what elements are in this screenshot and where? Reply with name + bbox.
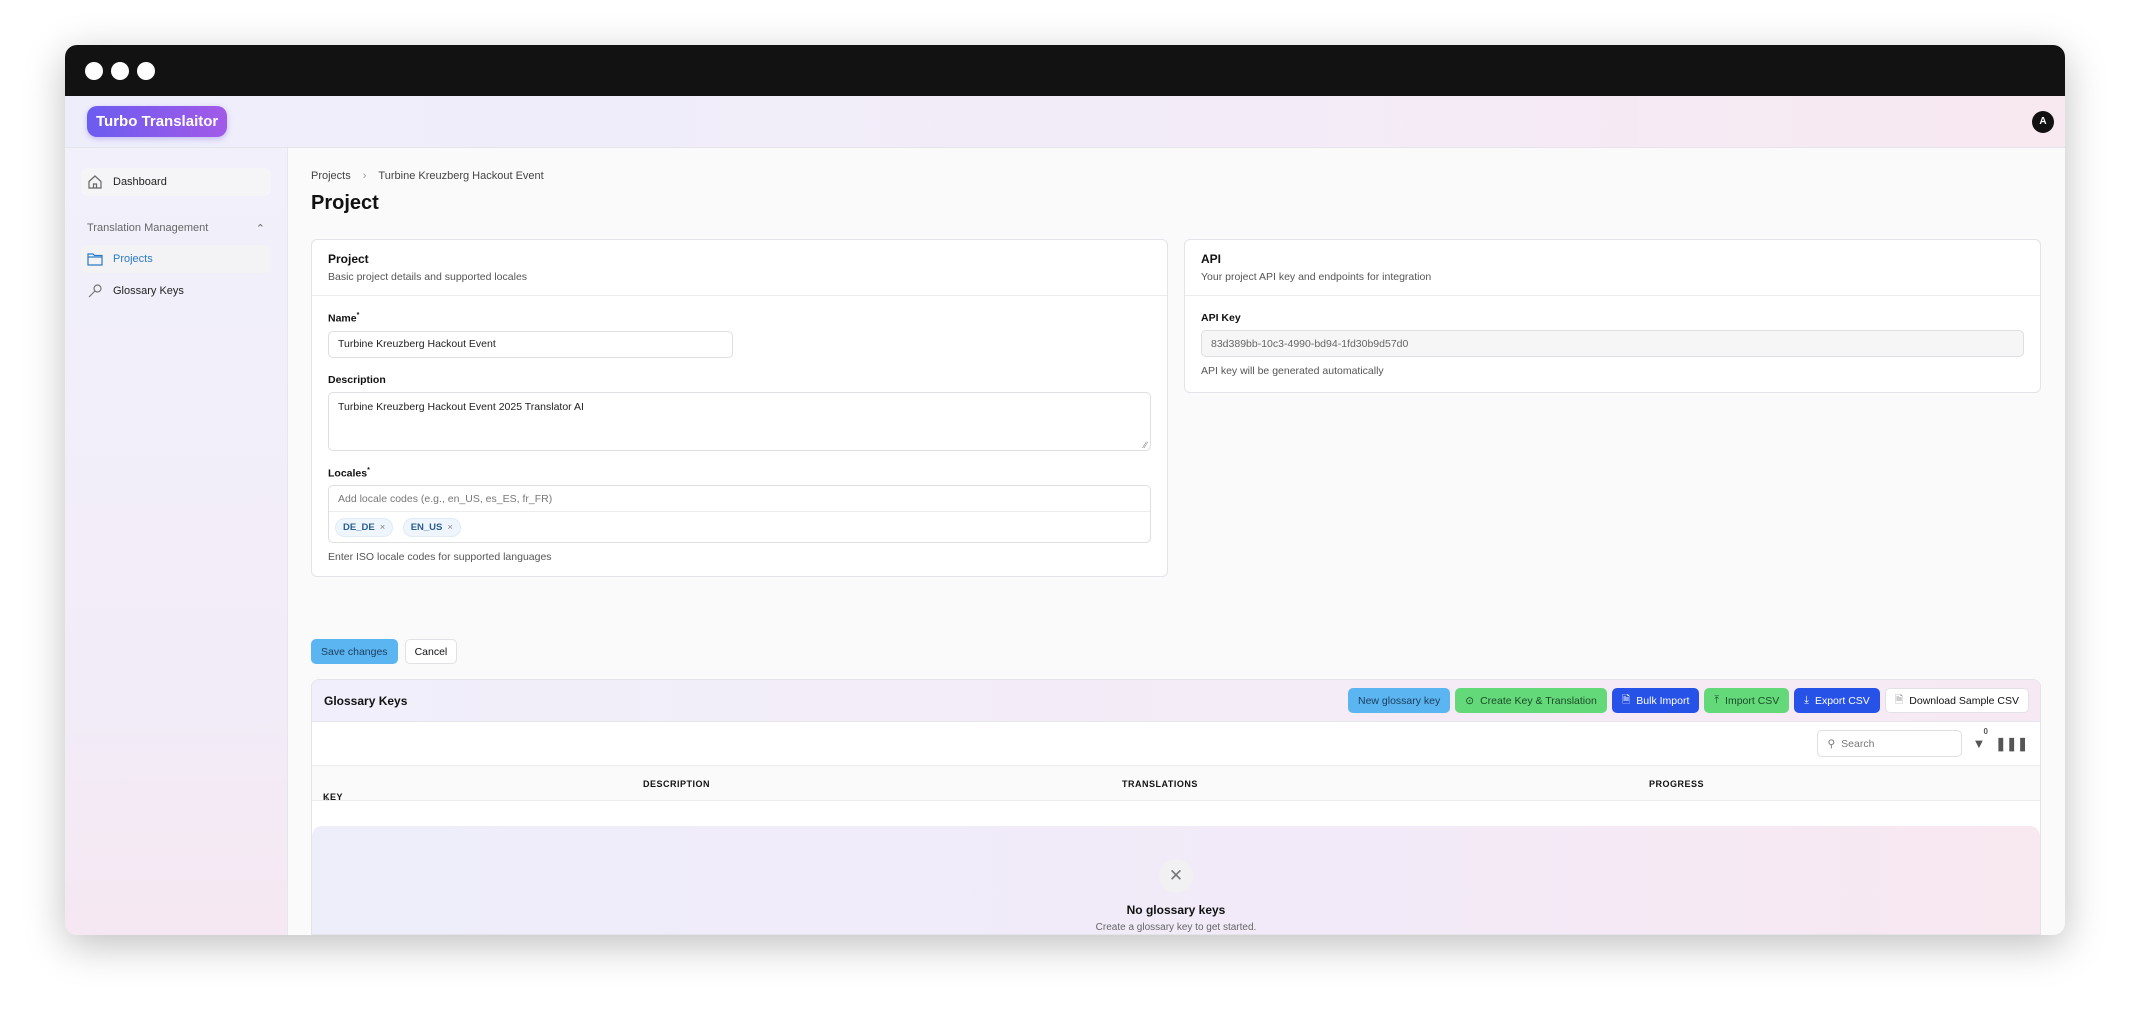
page-title: Project bbox=[311, 192, 379, 214]
empty-title: No glossary keys bbox=[1126, 903, 1226, 917]
locale-input[interactable]: Add locale codes (e.g., en_US, es_ES, fr… bbox=[329, 486, 1150, 512]
sidebar-item-label: Dashboard bbox=[113, 176, 167, 188]
sidebar-item-glossary-keys[interactable]: Glossary Keys bbox=[81, 277, 271, 305]
plus-circle-icon: ⊙ bbox=[1465, 694, 1475, 707]
import-csv-button[interactable]: ⤒ Import CSV bbox=[1704, 688, 1790, 713]
card-title: Project bbox=[328, 252, 369, 266]
download-sample-csv-button[interactable]: 🗎 Download Sample CSV bbox=[1884, 688, 2029, 713]
name-input[interactable]: Turbine Kreuzberg Hackout Event bbox=[328, 330, 733, 358]
api-card: API Your project API key and endpoints f… bbox=[1184, 239, 2041, 393]
sidebar-item-label: Projects bbox=[113, 253, 153, 265]
app-logo[interactable]: Turbo Translaitor bbox=[87, 106, 228, 137]
export-csv-button[interactable]: ⤓ Export CSV bbox=[1794, 688, 1880, 713]
chevron-right-icon: › bbox=[362, 170, 367, 182]
locale-chip: EN_US × bbox=[402, 518, 461, 537]
card-subtitle: Basic project details and supported loca… bbox=[328, 271, 528, 283]
window-minimize-dot[interactable] bbox=[111, 61, 129, 80]
avatar[interactable]: A bbox=[2032, 110, 2054, 133]
browser-window: Turbo Translaitor A Dashboard Translatio… bbox=[65, 45, 2065, 935]
new-glossary-key-button[interactable]: New glossary key bbox=[1347, 688, 1451, 713]
window-maximize-dot[interactable] bbox=[137, 61, 155, 80]
filter-icon: ▼ bbox=[1972, 736, 1986, 751]
title-bar bbox=[65, 45, 2065, 96]
window-close-dot[interactable] bbox=[85, 61, 103, 80]
api-key-help: API key will be generated automatically bbox=[1201, 365, 1384, 377]
sidebar-group-label: Translation Management bbox=[87, 222, 209, 234]
search-input[interactable]: ⚲ Search bbox=[1817, 730, 1963, 757]
column-description: DESCRIPTION bbox=[643, 779, 711, 789]
main-content: Projects › Turbine Kreuzberg Hackout Eve… bbox=[311, 148, 2041, 935]
api-key-input[interactable]: 83d389bb-10c3-4990-bd94-1fd30b9d57d0 bbox=[1201, 330, 2024, 357]
filter-button[interactable]: ▼ 0 bbox=[1972, 726, 1991, 751]
key-icon bbox=[88, 284, 102, 298]
name-label: Name* bbox=[328, 312, 360, 325]
glossary-title: Glossary Keys bbox=[324, 693, 408, 708]
locales-help: Enter ISO locale codes for supported lan… bbox=[328, 551, 552, 563]
remove-icon[interactable]: × bbox=[380, 522, 386, 533]
project-card: Project Basic project details and suppor… bbox=[311, 239, 1168, 577]
column-progress: PROGRESS bbox=[1649, 779, 1705, 789]
sidebar-group-translation-management[interactable]: Translation Management ⌃ bbox=[81, 222, 271, 235]
download-icon: ⤓ bbox=[1804, 694, 1809, 706]
empty-text: Create a glossary key to get started. bbox=[1095, 922, 1257, 933]
close-icon: ✕ bbox=[1159, 859, 1193, 893]
breadcrumb: Projects › Turbine Kreuzberg Hackout Eve… bbox=[311, 170, 2041, 182]
sidebar: Dashboard Translation Management ⌃ Proje… bbox=[65, 148, 288, 935]
empty-state: ✕ No glossary keys Create a glossary key… bbox=[312, 826, 2040, 934]
remove-icon[interactable]: × bbox=[447, 522, 453, 533]
resize-handle-icon[interactable]: ∕∕ bbox=[1144, 440, 1147, 450]
sidebar-item-label: Glossary Keys bbox=[113, 285, 184, 297]
breadcrumb-projects-link[interactable]: Projects bbox=[311, 170, 351, 182]
sidebar-item-projects[interactable]: Projects bbox=[81, 245, 271, 273]
home-icon bbox=[88, 175, 102, 189]
glossary-keys-panel: Glossary Keys New glossary key ⊙ Create K… bbox=[311, 679, 2041, 935]
file-icon: 🗎 bbox=[1621, 693, 1631, 706]
table-header: KEY ⌄ DESCRIPTION TRANSLATIONS PROGRESS bbox=[312, 765, 2040, 802]
app-header: Turbo Translaitor A bbox=[65, 96, 2065, 148]
locale-chip: DE_DE × bbox=[335, 518, 394, 537]
file-icon: 🗎 bbox=[1894, 693, 1904, 706]
chevron-down-icon: ⌄ bbox=[323, 792, 332, 802]
columns-icon[interactable]: ❚❚❚ bbox=[1995, 736, 2028, 752]
folder-icon bbox=[87, 253, 103, 266]
upload-icon: ⤒ bbox=[1714, 694, 1720, 706]
chevron-up-icon: ⌃ bbox=[255, 223, 265, 235]
locales-field: Add locale codes (e.g., en_US, es_ES, fr… bbox=[328, 485, 1151, 543]
save-button[interactable]: Save changes bbox=[311, 639, 398, 664]
api-key-label: API Key bbox=[1201, 312, 1241, 324]
create-key-translation-button[interactable]: ⊙ Create Key & Translation bbox=[1455, 688, 1607, 713]
bulk-import-button[interactable]: 🗎 Bulk Import bbox=[1611, 688, 1700, 713]
description-label: Description bbox=[328, 373, 386, 386]
filter-count-badge: 0 bbox=[1980, 726, 1991, 737]
cancel-button[interactable]: Cancel bbox=[404, 639, 458, 664]
card-subtitle: Your project API key and endpoints for i… bbox=[1201, 271, 1432, 283]
breadcrumb-current: Turbine Kreuzberg Hackout Event bbox=[378, 170, 544, 182]
column-translations: TRANSLATIONS bbox=[1122, 779, 1198, 789]
search-icon: ⚲ bbox=[1827, 737, 1836, 750]
card-title: API bbox=[1201, 252, 1222, 266]
locales-label: Locales* bbox=[328, 466, 370, 480]
description-textarea[interactable]: Turbine Kreuzberg Hackout Event 2025 Tra… bbox=[328, 391, 1151, 451]
sidebar-item-dashboard[interactable]: Dashboard bbox=[81, 168, 271, 196]
